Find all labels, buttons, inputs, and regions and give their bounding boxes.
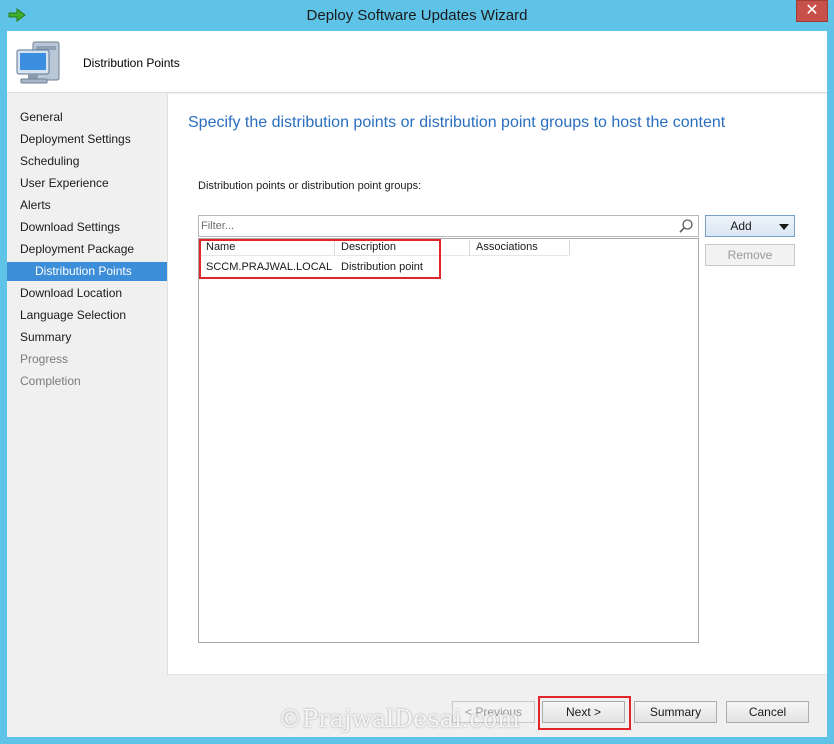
annotation-highlight-next: [538, 696, 631, 730]
filter-input[interactable]: [201, 218, 671, 234]
nav-item-progress: Progress: [20, 352, 69, 366]
nav-item-alerts[interactable]: Alerts: [7, 196, 167, 215]
distribution-points-list[interactable]: Name Description Associations SCCM.PRAJW…: [198, 238, 699, 643]
computer-icon: [16, 41, 60, 84]
cancel-button[interactable]: Cancel: [726, 701, 809, 723]
watermark: ©PrajwalDesai.com: [278, 705, 520, 733]
nav-item-deployment-settings[interactable]: Deployment Settings: [7, 130, 167, 149]
nav-item-download-settings[interactable]: Download Settings: [7, 218, 167, 237]
window-title: Deploy Software Updates Wizard: [306, 7, 528, 24]
nav-item-completion: Completion: [20, 374, 81, 388]
add-button[interactable]: Add: [705, 215, 795, 237]
title-bar: Deploy Software Updates Wizard ✕: [0, 0, 834, 32]
nav-item-scheduling[interactable]: Scheduling: [7, 152, 167, 171]
nav-item-distribution-points[interactable]: Distribution Points: [7, 262, 167, 281]
nav-item-deployment-package[interactable]: Deployment Package: [7, 240, 167, 259]
close-button[interactable]: ✕: [796, 0, 828, 22]
header-title: Distribution Points: [83, 56, 180, 70]
filter-box: [198, 215, 699, 237]
nav-item-language-selection[interactable]: Language Selection: [7, 306, 167, 325]
search-icon[interactable]: [678, 218, 694, 234]
wizard-client-area: Distribution Points General Deployment S…: [7, 31, 827, 737]
dropdown-arrow-icon: [779, 224, 789, 230]
column-header-associations[interactable]: Associations: [470, 240, 570, 256]
page-heading: Specify the distribution points or distr…: [188, 114, 726, 131]
nav-item-user-experience[interactable]: User Experience: [7, 174, 167, 193]
nav-item-download-location[interactable]: Download Location: [7, 284, 167, 303]
wizard-nav: General Deployment Settings Scheduling U…: [7, 94, 167, 737]
annotation-highlight-row: [199, 239, 441, 279]
remove-button: Remove: [705, 244, 795, 266]
wizard-header: Distribution Points: [7, 31, 827, 93]
summary-button[interactable]: Summary: [634, 701, 717, 723]
add-button-label: Add: [730, 219, 752, 233]
nav-item-general[interactable]: General: [7, 108, 167, 127]
distribution-points-label: Distribution points or distribution poin…: [198, 180, 422, 192]
wizard-content: Specify the distribution points or distr…: [167, 94, 827, 674]
nav-item-summary[interactable]: Summary: [7, 328, 167, 347]
